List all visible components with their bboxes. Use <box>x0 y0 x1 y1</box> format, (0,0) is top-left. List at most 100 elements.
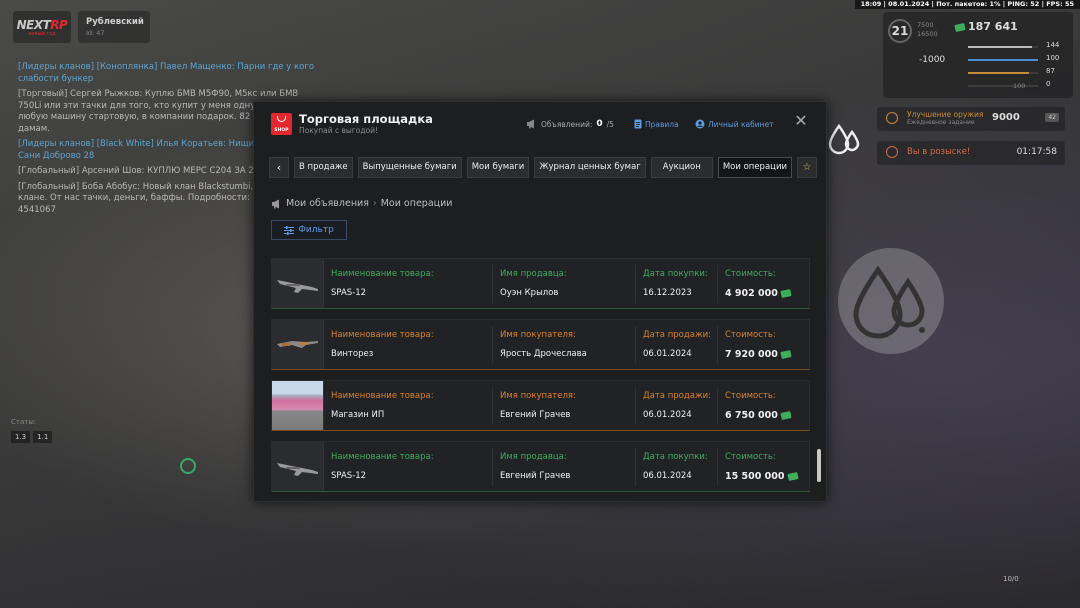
tab-bar: ‹ В продаже Выпущенные бумаги Мои бумаги… <box>269 157 817 178</box>
wanted-icon <box>886 146 898 158</box>
tab-auction[interactable]: Аукцион <box>650 157 713 178</box>
operation-item-label: Наименование товара: <box>331 391 434 401</box>
operation-item: Наименование товара: Винторез <box>331 330 434 359</box>
operation-item-text: SPAS-12 <box>331 471 367 481</box>
column-divider <box>717 387 718 425</box>
task-icon <box>886 112 898 124</box>
operation-item-text: SPAS-12 <box>331 288 367 298</box>
operation-date-value: 06.01.2024 <box>643 471 708 481</box>
megaphone-icon <box>272 199 279 208</box>
xp-current: 7500 <box>917 21 934 29</box>
column-divider <box>635 448 636 486</box>
column-divider <box>635 326 636 364</box>
rules-link[interactable]: Правила <box>634 119 679 129</box>
operation-date-text: 16.12.2023 <box>643 288 692 298</box>
cabinet-link[interactable]: Личный кабинет <box>695 119 774 129</box>
tab-issued-papers[interactable]: Выпущенные бумаги <box>357 157 462 178</box>
wanted-widget: Вы в розыске! 01:17:58 <box>877 141 1065 165</box>
task-badge: 42 <box>1045 113 1059 122</box>
health-value: 144 <box>1046 41 1060 49</box>
ads-current: 0 <box>596 119 603 129</box>
column-divider <box>492 387 493 425</box>
filter-button[interactable]: Фильтр <box>271 220 347 240</box>
xp-total: 16500 <box>917 30 938 38</box>
user-icon <box>695 119 705 129</box>
shop-logo-label: SHOP <box>274 128 289 133</box>
operation-date-label: Дата продажи: <box>643 330 711 340</box>
operation-price-text: 6 750 000 <box>725 410 778 421</box>
operation-card[interactable]: Наименование товара: SPAS-12 Имя продавца:… <box>271 258 810 309</box>
operation-date-text: 06.01.2024 <box>643 349 692 359</box>
logo-sub: новый год <box>28 30 56 37</box>
operation-date-value: 06.01.2024 <box>643 410 711 420</box>
column-divider <box>635 387 636 425</box>
operation-date-text: 06.01.2024 <box>643 471 692 481</box>
operation-party-label: Имя продавца: <box>500 269 567 279</box>
megaphone-icon <box>527 119 534 129</box>
server-name: Рублевский <box>86 17 144 27</box>
operation-price: Стоимость: 4 902 000 <box>725 269 792 299</box>
operation-item: Наименование товара: SPAS-12 <box>331 269 434 298</box>
money-balance: 187 641 <box>968 20 1018 33</box>
operation-party-value: Оуэн Крылов <box>500 288 567 298</box>
shop-bag-icon: SHOP <box>271 113 292 135</box>
operation-price-label: Стоимость: <box>725 330 776 340</box>
operation-price: Стоимость: 7 920 000 <box>725 330 792 360</box>
breadcrumb-current: Мои операции <box>380 198 453 209</box>
stat-box: 1.3 <box>11 431 31 443</box>
operation-party: Имя продавца: Оуэн Крылов <box>500 269 567 298</box>
armor-value: 100 <box>1046 54 1060 62</box>
operation-date-text: 06.01.2024 <box>643 410 692 420</box>
tab-securities-journal[interactable]: Журнал ценных бумаг <box>534 157 646 178</box>
operation-item-text: Магазин ИП <box>331 410 385 420</box>
ads-counter: Объявлений: 0 /5 <box>526 119 614 129</box>
modal-header: SHOP Торговая площадка Покупай с выгодой… <box>254 102 826 146</box>
weapon-thumbnail <box>272 320 324 369</box>
operation-item-value: Магазин ИП <box>331 410 434 420</box>
operation-price-value: 6 750 000 <box>725 410 792 421</box>
list-scrollbar[interactable] <box>817 449 821 482</box>
tab-on-sale[interactable]: В продаже <box>294 157 353 178</box>
document-icon <box>634 119 642 129</box>
operation-price-label: Стоимость: <box>725 391 776 401</box>
tab-my-papers[interactable]: Мои бумаги <box>466 157 530 178</box>
operation-card[interactable]: Наименование товара: SPAS-12 Имя продавца:… <box>271 441 810 492</box>
chat-line: [Лидеры кланов] [Коноплянка] Павел Мащен… <box>18 62 315 84</box>
close-button[interactable]: ✕ <box>793 113 809 129</box>
back-button[interactable]: ‹ <box>269 157 289 178</box>
column-divider <box>492 265 493 303</box>
operation-price: Стоимость: 6 750 000 <box>725 391 792 421</box>
favorites-star-icon[interactable]: ☆ <box>797 157 817 178</box>
ammo-counter: 10/0 <box>1003 575 1019 583</box>
rules-label: Правила <box>645 119 679 129</box>
operation-date: Дата продажи: 06.01.2024 <box>643 391 711 420</box>
column-divider <box>492 448 493 486</box>
tab-my-operations[interactable]: Мои операции <box>717 157 792 178</box>
task-subtitle: Ежедневное задание <box>907 119 975 126</box>
xp-readout: 7500 16500 <box>917 21 938 39</box>
stats-mini: Статы: 1.3 1.1 <box>11 418 55 443</box>
thirst-value: 0 <box>1046 80 1051 88</box>
map-marker-icon <box>180 458 196 474</box>
column-divider <box>717 326 718 364</box>
operation-date: Дата покупки: 06.01.2024 <box>643 452 708 481</box>
operation-card[interactable]: Наименование товара: Магазин ИП Имя покупа… <box>271 380 810 431</box>
cash-icon <box>780 350 792 359</box>
ads-label: Объявлений: <box>541 119 593 129</box>
game-logo: NEXTRP новый год <box>13 11 71 43</box>
operation-date-label: Дата покупки: <box>643 269 708 279</box>
weapon-thumbnail <box>272 259 324 308</box>
ads-max: /5 <box>606 119 614 129</box>
cabinet-label: Личный кабинет <box>708 119 774 129</box>
modal-title: Торговая площадка <box>299 112 433 126</box>
operation-date: Дата продажи: 06.01.2024 <box>643 330 711 359</box>
breadcrumb-root[interactable]: Мои объявления <box>286 198 369 209</box>
server-info: Рублевский Id: 47 <box>78 11 150 43</box>
modal-subtitle: Покупай с выгодой! <box>299 126 378 135</box>
logo-text: NEXT <box>16 17 51 32</box>
operation-card[interactable]: Наименование товара: Винторез Имя покупате… <box>271 319 810 370</box>
operation-date-value: 16.12.2023 <box>643 288 708 298</box>
operation-item-value: SPAS-12 <box>331 471 434 481</box>
filter-label: Фильтр <box>298 225 334 235</box>
column-divider <box>492 326 493 364</box>
